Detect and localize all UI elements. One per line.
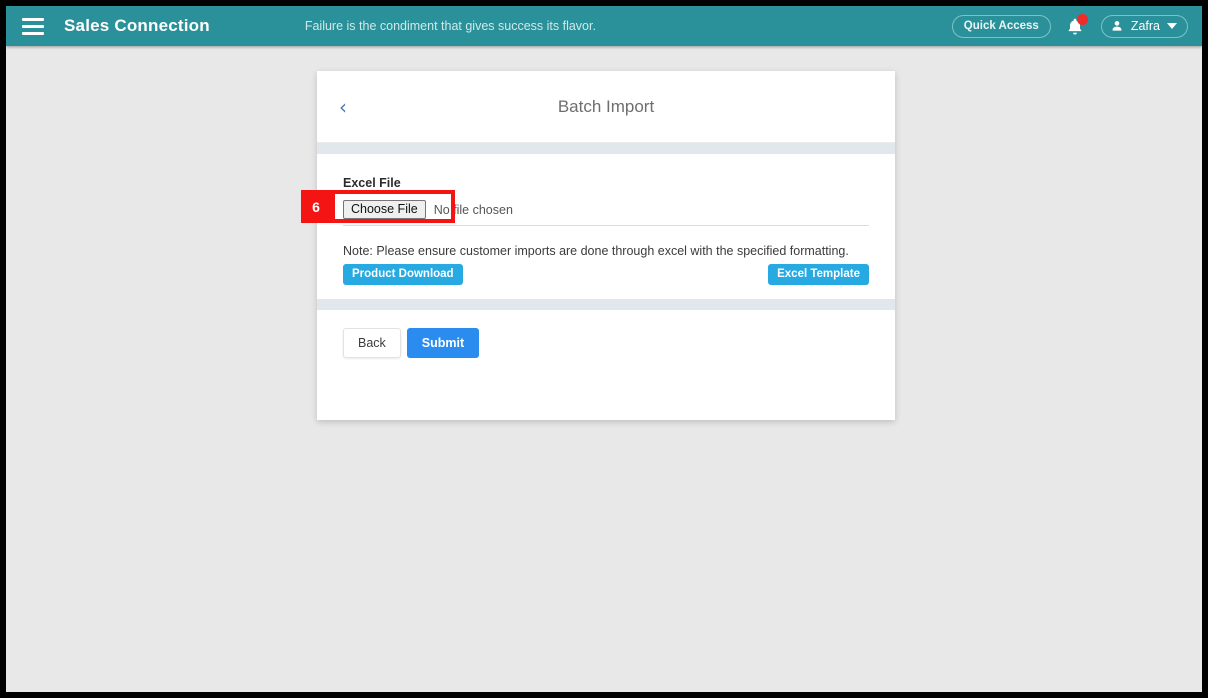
hamburger-bar (22, 24, 44, 28)
user-menu-button[interactable]: Zafra (1100, 14, 1188, 38)
card-footer: Back Submit (317, 310, 895, 420)
back-chevron-icon[interactable]: ‹ (339, 97, 347, 117)
user-icon (1112, 20, 1122, 31)
excel-file-label: Excel File (343, 176, 401, 190)
import-note-text: Note: Please ensure customer imports are… (343, 244, 849, 258)
user-name-label: Zafra (1130, 18, 1160, 33)
card-header: ‹ Batch Import (317, 71, 895, 143)
choose-file-button[interactable]: Choose File (343, 200, 426, 219)
app-screen: Sales Connection Failure is the condimen… (6, 6, 1202, 692)
back-button[interactable]: Back (343, 328, 401, 358)
download-links-row: Product Download Excel Template (343, 264, 869, 285)
submit-button[interactable]: Submit (406, 328, 480, 358)
batch-import-card: ‹ Batch Import Excel File 6 Choose File … (301, 71, 895, 420)
navbar-tagline: Failure is the condiment that gives succ… (304, 19, 596, 33)
navbar-right-group: Quick Access Zafra (951, 14, 1188, 38)
top-navbar: Sales Connection Failure is the condimen… (6, 6, 1202, 46)
product-download-button[interactable]: Product Download (343, 264, 463, 285)
notification-badge-dot (1076, 14, 1088, 25)
page-title: Batch Import (557, 96, 655, 116)
notification-bell-button[interactable] (1065, 14, 1088, 38)
hamburger-bar (22, 31, 44, 35)
file-input-row[interactable]: 6 Choose File No file chosen (301, 190, 869, 226)
no-file-chosen-label: No file chosen (433, 202, 513, 217)
quick-access-button[interactable]: Quick Access (951, 14, 1051, 38)
brand-title[interactable]: Sales Connection (64, 16, 210, 36)
chevron-down-icon (1167, 22, 1177, 29)
footer-divider-band (317, 299, 895, 310)
card-body: Excel File 6 Choose File No file chosen … (301, 154, 895, 299)
excel-template-button[interactable]: Excel Template (768, 264, 869, 285)
hamburger-icon[interactable] (14, 6, 52, 46)
footer-button-row: Back Submit (343, 328, 869, 358)
section-divider-band (317, 143, 895, 154)
hamburger-bar (22, 17, 44, 21)
annotation-step-badge: 6 (301, 190, 331, 223)
